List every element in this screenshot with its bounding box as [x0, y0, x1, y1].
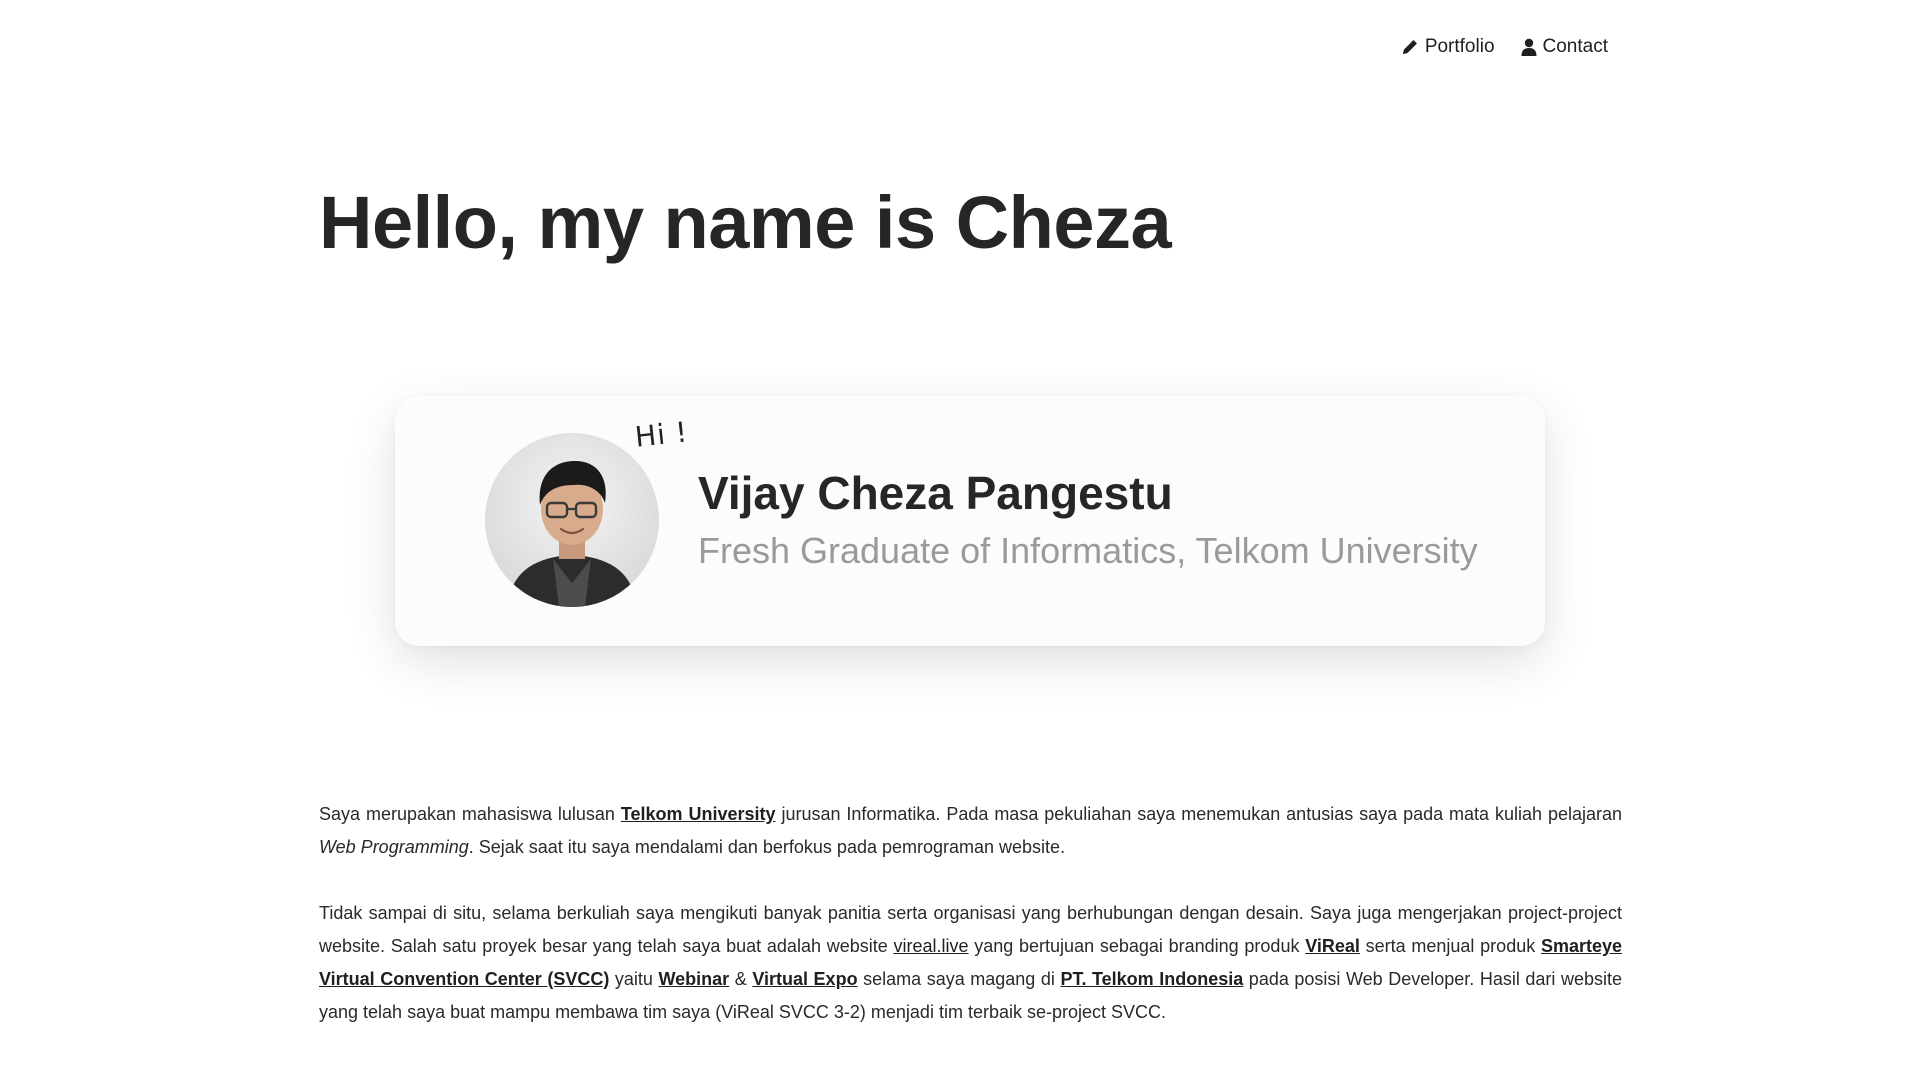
about-text: . Sejak saat itu saya mendalami dan berf… — [468, 837, 1066, 857]
profile-subtitle: Fresh Graduate of Informatics, Telkom Un… — [698, 530, 1478, 571]
about-text: & — [729, 969, 753, 989]
user-icon — [1521, 38, 1537, 56]
nav-portfolio-label: Portfolio — [1424, 36, 1495, 57]
top-nav: Portfolio Contact — [1401, 36, 1608, 58]
vireal-link[interactable]: ViReal — [1305, 936, 1360, 956]
about-text: jurusan Informatika. Pada masa pekuliaha… — [775, 804, 1622, 824]
about-text: yaitu — [609, 969, 659, 989]
profile-name: Vijay Cheza Pangestu — [698, 467, 1173, 519]
web-programming-emphasis: Web Programming — [319, 837, 469, 857]
nav-contact-link[interactable]: Contact — [1521, 36, 1608, 58]
about-section: Saya merupakan mahasiswa lulusan Telkom … — [319, 798, 1622, 1062]
vireal-live-link[interactable]: vireal.live — [893, 936, 968, 956]
about-paragraph-2: Tidak sampai di situ, selama berkuliah s… — [319, 897, 1622, 1029]
profile-card: Hi ! Vijay Cheza Pangestu Fresh Graduate… — [395, 396, 1545, 646]
page-title: Hello, my name is Cheza — [319, 181, 1172, 264]
telkom-indonesia-link[interactable]: PT. Telkom Indonesia — [1060, 969, 1243, 989]
about-text: serta menjual produk — [1359, 936, 1541, 956]
about-text: selama saya magang di — [857, 969, 1061, 989]
about-text: yang bertujuan sebagai branding produk — [968, 936, 1306, 956]
nav-contact-label: Contact — [1542, 36, 1608, 57]
nav-portfolio-link[interactable]: Portfolio — [1401, 36, 1495, 58]
page: Portfolio Contact Hello, my name is Chez… — [0, 0, 1920, 1080]
about-text: Saya merupakan mahasiswa lulusan — [319, 804, 621, 824]
about-paragraph-1: Saya merupakan mahasiswa lulusan Telkom … — [319, 798, 1622, 864]
avatar — [485, 433, 659, 607]
webinar-link[interactable]: Webinar — [659, 969, 730, 989]
virtual-expo-link[interactable]: Virtual Expo — [752, 969, 857, 989]
telkom-university-link[interactable]: Telkom University — [621, 804, 776, 824]
hi-greeting: Hi ! — [633, 415, 690, 454]
pencil-icon — [1401, 38, 1419, 56]
